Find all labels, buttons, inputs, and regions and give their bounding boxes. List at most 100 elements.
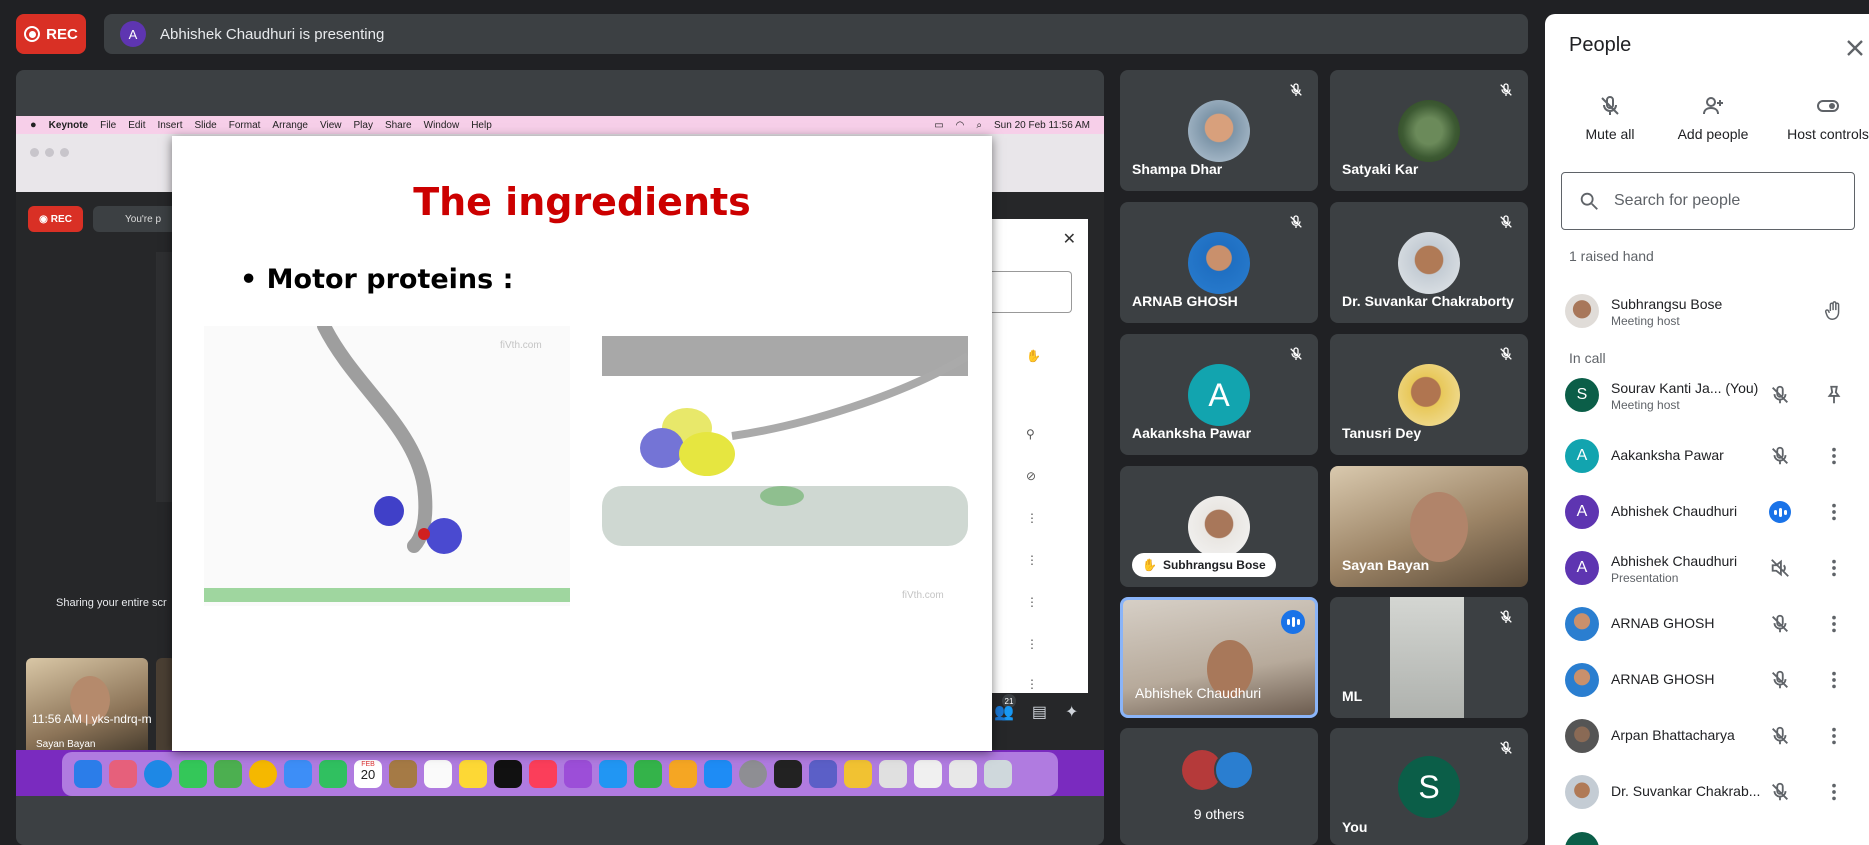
menubar-help: Help xyxy=(471,119,492,131)
participant-name: Subhrangsu Bose xyxy=(1611,296,1723,312)
photos-icon xyxy=(249,760,277,788)
participant-name: Shampa Dhar xyxy=(1132,161,1223,177)
participant-tile-satyaki-kar[interactable]: Satyaki Kar xyxy=(1330,70,1528,191)
mute-all-button[interactable]: Mute all xyxy=(1565,94,1655,142)
participant-tile-tanusri-dey[interactable]: Tanusri Dey xyxy=(1330,334,1528,455)
menubar-slide: Slide xyxy=(194,119,217,131)
participant-name: ARNAB GHOSH xyxy=(1611,671,1715,687)
toggle-icon xyxy=(1817,100,1839,112)
participant-row[interactable]: ARNAB GHOSH xyxy=(1545,599,1869,649)
menubar-view: View xyxy=(319,119,342,131)
finder-icon xyxy=(74,760,102,788)
participant-tile-subhrangsu-bose[interactable]: ✋ Subhrangsu Bose xyxy=(1120,466,1318,587)
search-people[interactable] xyxy=(1561,172,1855,230)
keynote-icon xyxy=(599,760,627,788)
participant-role: Presentation xyxy=(1611,571,1679,585)
fruit-app-icon xyxy=(844,760,872,788)
participant-tile-others[interactable]: 9 others xyxy=(1120,728,1318,845)
avatar: A xyxy=(1565,439,1599,473)
tv-icon xyxy=(494,760,522,788)
more-options-icon[interactable] xyxy=(1823,613,1845,635)
mic-off-icon[interactable] xyxy=(1769,445,1791,467)
participant-tile-shampa-dhar[interactable]: Shampa Dhar xyxy=(1120,70,1318,191)
mic-off-icon[interactable] xyxy=(1769,781,1791,803)
mic-off-icon xyxy=(1500,215,1512,228)
pin-icon: ⚲ xyxy=(1026,427,1035,441)
inner-toolbar-icons: 👥 ▤ ✦ xyxy=(994,702,1078,722)
participant-tile-aakanksha-pawar[interactable]: A Aakanksha Pawar xyxy=(1120,334,1318,455)
avatar xyxy=(1565,294,1599,328)
menubar-play: Play xyxy=(353,119,373,131)
participant-name: Tanusri Dey xyxy=(1342,425,1422,441)
apple-icon: ● xyxy=(30,119,37,131)
mic-off-icon[interactable] xyxy=(1769,613,1791,635)
participant-tile-abhishek-chaudhuri[interactable]: Abhishek Chaudhuri xyxy=(1120,597,1318,718)
avatar xyxy=(1398,232,1460,294)
participant-row[interactable]: A Abhishek Chaudhuri Presentation xyxy=(1545,543,1869,593)
participant-row[interactable]: ARNAB GHOSH xyxy=(1545,655,1869,705)
chat-icon: ▤ xyxy=(1031,704,1048,721)
search-input[interactable] xyxy=(1614,192,1844,210)
participant-row[interactable]: S Sourav Kanti Ja... (You) Meeting host xyxy=(1545,370,1869,420)
inner-people-panel: ✕ ✋ ⚲ ⊘ ⋮ ⋮ ⋮ ⋮ ⋮ xyxy=(982,219,1088,693)
participant-tile-you[interactable]: S You xyxy=(1330,728,1528,845)
watermark-text: fiVth.com xyxy=(902,590,944,601)
more-options-icon[interactable] xyxy=(1823,445,1845,467)
mic-off-icon xyxy=(1290,83,1302,96)
mic-off-icon[interactable] xyxy=(1769,669,1791,691)
participant-name: Sayan Bayan xyxy=(1342,557,1430,573)
participant-name: Arpan Bhattacharya xyxy=(1611,727,1735,743)
panel-title: People xyxy=(1569,34,1632,56)
raise-hand-icon: ✋ xyxy=(1142,558,1157,572)
raised-hand-row[interactable]: Subhrangsu Bose Meeting host xyxy=(1545,286,1869,336)
mic-off-icon[interactable] xyxy=(1769,725,1791,747)
add-people-button[interactable]: Add people xyxy=(1653,94,1773,142)
pin-icon[interactable] xyxy=(1823,384,1845,406)
speaking-indicator-icon xyxy=(1281,610,1305,634)
presenting-banner: A Abhishek Chaudhuri is presenting xyxy=(104,14,1528,54)
record-icon xyxy=(24,26,41,42)
host-controls-button[interactable]: Host controls xyxy=(1773,94,1869,142)
recording-button[interactable]: REC xyxy=(16,14,86,54)
participant-name: Dr. Suvankar Chakrab... xyxy=(1611,783,1761,799)
more-options-icon[interactable] xyxy=(1823,781,1845,803)
participant-name: Abhishek Chaudhuri xyxy=(1611,553,1738,569)
participant-name: Satyaki Kar xyxy=(1342,161,1419,177)
participant-row[interactable]: A Aakanksha Pawar xyxy=(1545,431,1869,481)
more-options-icon[interactable] xyxy=(1823,557,1845,579)
mac-menubar: ● Keynote File Edit Insert Slide Format … xyxy=(16,116,1104,134)
more-options-icon[interactable] xyxy=(1823,501,1845,523)
raised-hand-header: 1 raised hand xyxy=(1569,248,1654,264)
participant-row[interactable]: A Abhishek Chaudhuri xyxy=(1545,487,1869,537)
more-options-icon[interactable] xyxy=(1823,669,1845,691)
raise-hand-icon[interactable] xyxy=(1823,300,1845,322)
people-panel: People Mute all Add people Host controls… xyxy=(1545,14,1869,845)
participant-row[interactable]: Dr. Suvankar Chakrab... xyxy=(1545,767,1869,817)
motor-protein-figure-left: fiVth.com xyxy=(204,326,570,606)
participant-tile-ml[interactable]: ML xyxy=(1330,597,1528,718)
menubar-arrange: Arrange xyxy=(272,119,308,131)
participant-name: Aakanksha Pawar xyxy=(1132,425,1252,441)
slide-title: The ingredients xyxy=(413,180,751,224)
pages-icon xyxy=(669,760,697,788)
mic-off-icon xyxy=(1290,215,1302,228)
volume-off-icon[interactable] xyxy=(1769,557,1791,579)
close-icon[interactable] xyxy=(1841,34,1869,62)
mac-dock: FEB 20 xyxy=(16,750,1104,796)
contacts-icon xyxy=(389,760,417,788)
more-icon: ⋮ xyxy=(1026,511,1038,525)
mic-off-icon xyxy=(1500,741,1512,754)
more-options-icon[interactable] xyxy=(1823,725,1845,747)
more-icon: ⋮ xyxy=(1026,637,1038,651)
participant-row[interactable]: Arpan Bhattacharya xyxy=(1545,711,1869,761)
battery-icon: ▭ xyxy=(934,119,944,131)
avatar xyxy=(1565,663,1599,697)
avatar: S xyxy=(1565,378,1599,412)
menubar-insert: Insert xyxy=(157,119,183,131)
participant-tile-dr-suvankar-chakraborty[interactable]: Dr. Suvankar Chakraborty xyxy=(1330,202,1528,323)
participant-tile-arnab-ghosh[interactable]: ARNAB GHOSH xyxy=(1120,202,1318,323)
avatar xyxy=(1565,719,1599,753)
mic-off-icon[interactable] xyxy=(1769,384,1791,406)
participant-tile-sayan-bayan[interactable]: Sayan Bayan xyxy=(1330,466,1528,587)
mic-off-icon xyxy=(1500,347,1512,360)
